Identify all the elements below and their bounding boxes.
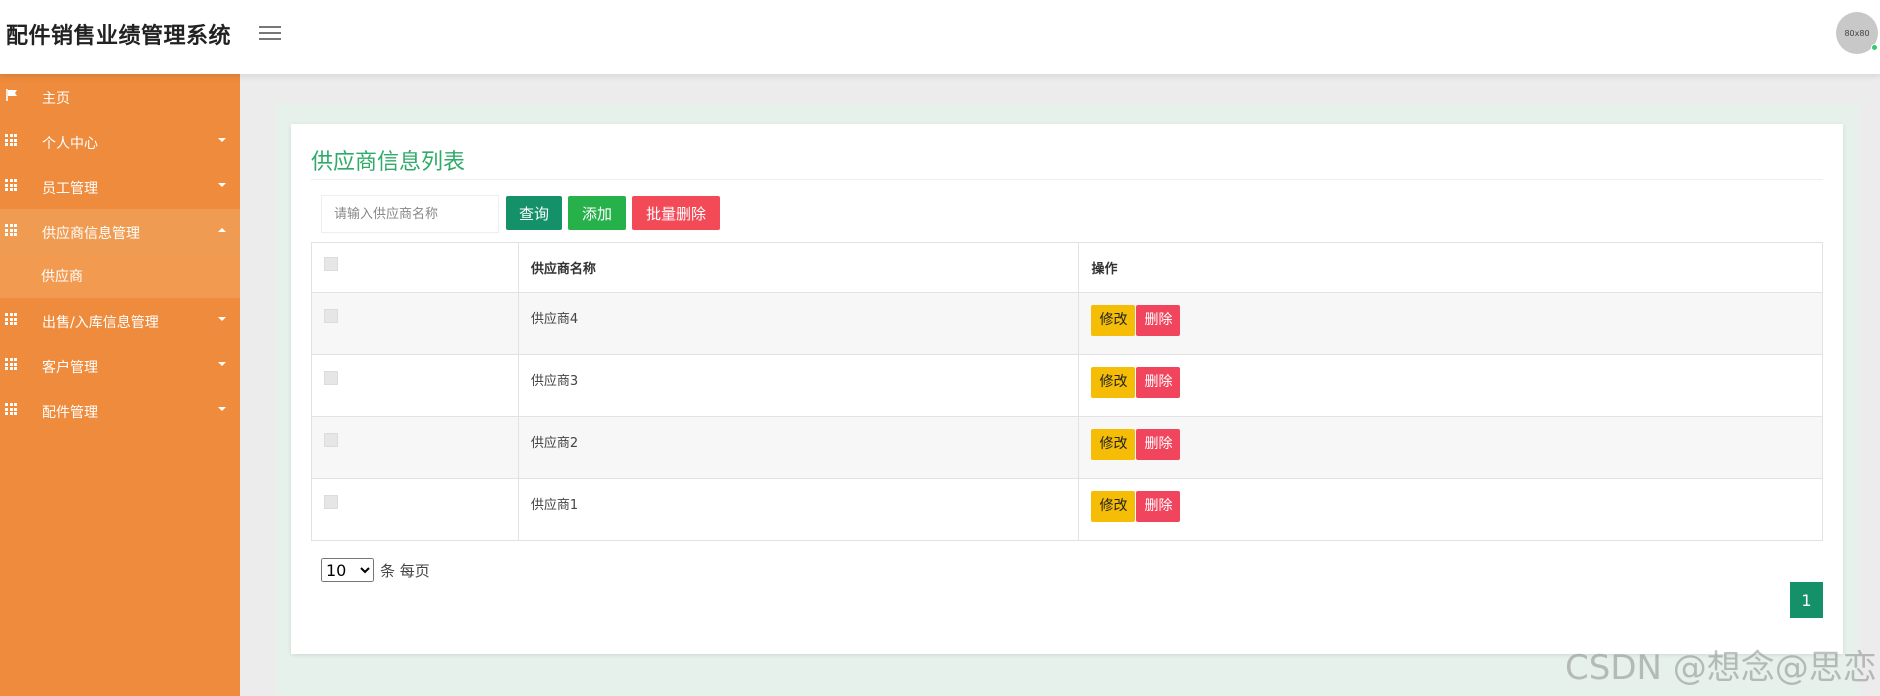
title-divider bbox=[311, 179, 1823, 180]
sidebar-item-label: 客户管理 bbox=[42, 360, 98, 376]
content-area: 供应商信息列表 查询 添加 批量删除 供应商名称 操作 供应商4 修改删除 bbox=[275, 104, 1859, 696]
table-header-row: 供应商名称 操作 bbox=[311, 242, 1823, 293]
page-title: 供应商信息列表 bbox=[311, 150, 466, 175]
sidebar-item-label: 员工管理 bbox=[42, 181, 98, 197]
sidebar-item-parts[interactable]: 配件管理 bbox=[0, 388, 240, 433]
delete-button[interactable]: 删除 bbox=[1136, 429, 1181, 460]
chevron-up-icon bbox=[218, 228, 226, 232]
sidebar-item-employees[interactable]: 员工管理 bbox=[0, 164, 240, 209]
sidebar-item-label: 个人中心 bbox=[42, 136, 98, 152]
sidebar-item-personal-center[interactable]: 个人中心 bbox=[0, 119, 240, 164]
sidebar-item-label: 配件管理 bbox=[42, 405, 98, 421]
supplier-name-cell: 供应商1 bbox=[517, 478, 1080, 541]
online-status-icon bbox=[1871, 44, 1878, 51]
chevron-down-icon bbox=[218, 317, 226, 321]
edit-button[interactable]: 修改 bbox=[1091, 305, 1136, 336]
add-button[interactable]: 添加 bbox=[568, 196, 626, 230]
supplier-table: 供应商名称 操作 供应商4 修改 删除 供应商3 修改 删除 供应商2 修改 删… bbox=[311, 242, 1823, 541]
menu-toggle-icon[interactable] bbox=[259, 22, 281, 42]
row-checkbox[interactable] bbox=[324, 433, 338, 447]
sidebar-item-home[interactable]: 主页 bbox=[0, 74, 240, 119]
sidebar-item-customers[interactable]: 客户管理 bbox=[0, 343, 240, 388]
page-size-select[interactable]: 10 bbox=[321, 558, 374, 582]
edit-button[interactable]: 修改 bbox=[1091, 491, 1136, 522]
grid-icon bbox=[5, 179, 19, 191]
batch-delete-button[interactable]: 批量删除 bbox=[632, 196, 720, 230]
grid-icon bbox=[5, 313, 19, 325]
select-all-checkbox[interactable] bbox=[324, 257, 338, 271]
grid-icon bbox=[5, 224, 19, 236]
table-row: 供应商3 修改 删除 bbox=[311, 354, 1823, 417]
table-row: 供应商2 修改 删除 bbox=[311, 416, 1823, 479]
avatar-text: 80x80 bbox=[1844, 28, 1870, 38]
select-all-column bbox=[311, 242, 519, 293]
column-header-actions: 操作 bbox=[1078, 242, 1823, 293]
app-title: 配件销售业绩管理系统 bbox=[6, 24, 232, 49]
top-header: 配件销售业绩管理系统 80x80 bbox=[0, 0, 1880, 74]
sidebar-subitem-supplier[interactable]: 供应商 bbox=[0, 254, 240, 298]
supplier-name-cell: 供应商2 bbox=[517, 416, 1080, 479]
grid-icon bbox=[5, 358, 19, 370]
sidebar-item-supplier-info[interactable]: 供应商信息管理 bbox=[0, 209, 240, 254]
supplier-list-panel: 供应商信息列表 查询 添加 批量删除 供应商名称 操作 供应商4 修改删除 bbox=[291, 124, 1843, 654]
chevron-down-icon bbox=[218, 183, 226, 187]
edit-button[interactable]: 修改 bbox=[1091, 429, 1136, 460]
table-row: 供应商1 修改 删除 bbox=[311, 478, 1823, 541]
supplier-name-cell: 供应商3 bbox=[517, 354, 1080, 417]
avatar[interactable]: 80x80 bbox=[1836, 12, 1878, 54]
sidebar-item-sales-stock[interactable]: 出售/入库信息管理 bbox=[0, 298, 240, 343]
sidebar-item-label: 供应商信息管理 bbox=[42, 226, 140, 242]
watermark: CSDN @想念@思恋 bbox=[1565, 648, 1877, 688]
query-button[interactable]: 查询 bbox=[506, 196, 562, 230]
table-row: 供应商4 修改 删除 bbox=[311, 292, 1823, 355]
delete-button[interactable]: 删除 bbox=[1136, 491, 1181, 522]
page-size-suffix: 条 每页 bbox=[380, 561, 430, 580]
chevron-down-icon bbox=[218, 407, 226, 411]
grid-icon bbox=[5, 134, 19, 146]
row-checkbox[interactable] bbox=[324, 309, 338, 323]
edit-button[interactable]: 修改 bbox=[1091, 367, 1136, 398]
grid-icon bbox=[5, 403, 19, 415]
pagination-page-1[interactable]: 1 bbox=[1790, 582, 1823, 618]
sidebar: 主页 个人中心 员工管理 供应商信息管理 供应商 出售/入库信息管理 客户管理 … bbox=[0, 74, 240, 696]
sidebar-item-label: 主页 bbox=[42, 91, 70, 107]
row-checkbox[interactable] bbox=[324, 495, 338, 509]
page-size-control: 10 条 每页 bbox=[321, 558, 430, 582]
flag-icon bbox=[6, 89, 17, 101]
delete-button[interactable]: 删除 bbox=[1136, 305, 1181, 336]
chevron-down-icon bbox=[218, 138, 226, 142]
supplier-name-cell: 供应商4 bbox=[517, 292, 1080, 355]
chevron-down-icon bbox=[218, 362, 226, 366]
row-checkbox[interactable] bbox=[324, 371, 338, 385]
search-input[interactable] bbox=[321, 195, 499, 233]
delete-button[interactable]: 删除 bbox=[1136, 367, 1181, 398]
column-header-name: 供应商名称 bbox=[517, 242, 1080, 293]
sidebar-item-label: 出售/入库信息管理 bbox=[42, 315, 159, 331]
